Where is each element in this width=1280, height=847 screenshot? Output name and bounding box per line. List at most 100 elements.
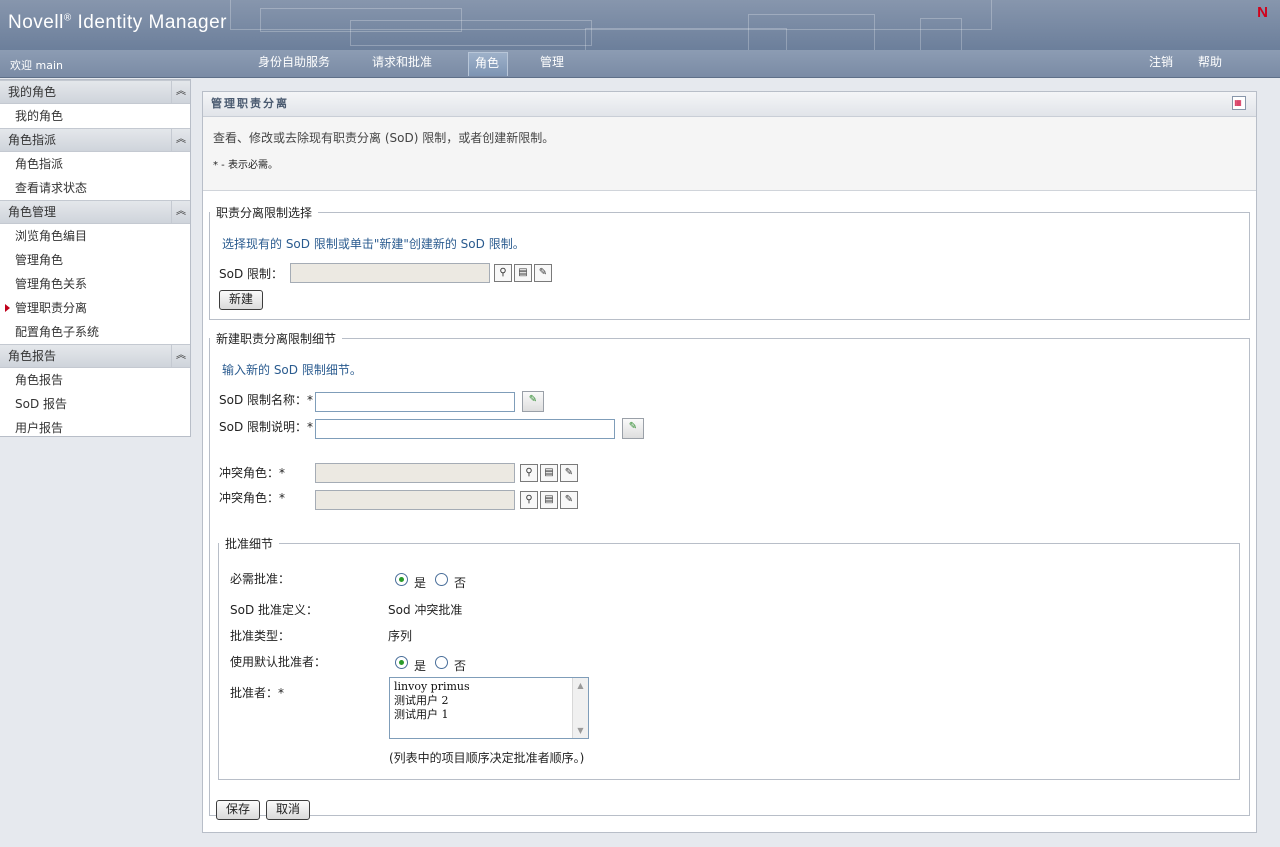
help-link[interactable]: 帮助 [1192,52,1228,75]
section-title: 角色指派 [8,133,57,147]
sidebar-item-manage-roles[interactable]: 管理角色 [0,248,190,272]
sidebar-item-role-report[interactable]: 角色报告 [0,368,190,392]
collapse-icon[interactable]: ︽ [171,129,190,151]
sidebar-item-manage-sod[interactable]: 管理职责分离 [0,296,190,320]
edit-icon[interactable]: ✎ [534,264,552,282]
header-decoration [920,18,962,50]
panel-menu-icon[interactable]: ▦ [1232,96,1246,110]
sod-selection-legend: 职责分离限制选择 [216,206,313,220]
edit-icon[interactable]: ✎ [560,464,578,482]
app-title: Novell® Identity Manager [8,12,227,34]
collapse-icon[interactable]: ︽ [171,345,190,367]
tab-requests-approvals[interactable]: 请求和批准 [366,52,438,75]
top-nav: 欢迎 main 身份自助服务 请求和批准 角色 管理 注销 帮助 [0,50,1280,78]
sidebar-section-my-roles: 我的角色 ︽ [0,80,190,104]
sidebar-item-configure-subsystem[interactable]: 配置角色子系统 [0,320,190,344]
sidebar-item-sod-report[interactable]: SoD 报告 [0,392,190,416]
approval-required-yes-radio[interactable] [395,573,408,586]
collapse-icon[interactable]: ︽ [171,201,190,223]
required-note: * - 表示必需。 [213,160,278,171]
language-wizard-icon[interactable]: ✎ [622,418,644,439]
tab-administration[interactable]: 管理 [534,52,570,75]
registered-mark: ® [63,12,72,24]
history-icon[interactable]: ▤ [540,491,558,509]
history-icon[interactable]: ▤ [540,464,558,482]
sod-selection-fieldset: 职责分离限制选择 选择现有的 SoD 限制或单击"新建"创建新的 SoD 限制。… [209,204,1250,320]
scroll-down-icon[interactable]: ▼ [574,724,587,737]
scroll-up-icon[interactable]: ▲ [574,679,587,692]
sod-name-label: SoD 限制名称：* [219,393,314,407]
conflict-role-label-2: 冲突角色：* [219,491,286,505]
collapse-icon[interactable]: ︽ [171,81,190,103]
main-panel: 管理职责分离 ▦ 查看、修改或去除现有职责分离 (SoD) 限制，或者创建新限制… [202,91,1257,833]
search-icon[interactable]: ⚲ [520,464,538,482]
edit-icon[interactable]: ✎ [560,491,578,509]
sod-description-input[interactable] [315,419,615,439]
cancel-button[interactable]: 取消 [266,800,310,820]
list-item[interactable]: 测试用户 1 [390,708,588,722]
welcome-text: 欢迎 main [10,59,63,72]
approval-fieldset: 批准细节 必需批准： 是 否 SoD 批准定义： Sod 冲突批准 批准类型： … [218,535,1240,780]
sidebar-item-role-assignments[interactable]: 角色指派 [0,152,190,176]
default-approvers-label: 使用默认批准者： [230,655,327,669]
new-button[interactable]: 新建 [219,290,263,310]
conflict-role-label-1: 冲突角色：* [219,466,286,480]
approvers-label: 批准者：* [230,686,285,700]
approval-definition-value: Sod 冲突批准 [388,603,463,617]
panel-title: 管理职责分离 [211,97,289,110]
sod-details-legend: 新建职责分离限制细节 [216,332,337,346]
sidebar-item-user-report[interactable]: 用户报告 [0,416,190,440]
sidebar-section-role-assignments: 角色指派 ︽ [0,128,190,152]
sidebar-section-role-reports: 角色报告 ︽ [0,344,190,368]
approval-required-yes-label: 是 [414,576,427,590]
novell-logo-icon: N [1257,4,1268,21]
sidebar-item-browse-catalog[interactable]: 浏览角色编目 [0,224,190,248]
panel-title-bar: 管理职责分离 ▦ [203,92,1256,117]
save-button[interactable]: 保存 [216,800,260,820]
conflict-role-field-2[interactable] [315,490,515,510]
sidebar: 我的角色 ︽ 我的角色 角色指派 ︽ 角色指派 查看请求状态 角色管理 ︽ 浏览角色编… [0,79,191,437]
intro-block: 查看、修改或去除现有职责分离 (SoD) 限制，或者创建新限制。 * - 表示必… [203,117,1256,191]
sod-constraint-label: SoD 限制： [219,267,284,281]
search-icon[interactable]: ⚲ [520,491,538,509]
sod-selection-hint: 选择现有的 SoD 限制或单击"新建"创建新的 SoD 限制。 [222,237,525,251]
language-wizard-icon[interactable]: ✎ [522,391,544,412]
tab-identity-self-service[interactable]: 身份自助服务 [252,52,336,75]
approvers-listbox[interactable]: linvoy primus 测试用户 2 测试用户 1 ▲ ▼ [389,677,589,739]
default-approvers-yes-label: 是 [414,659,427,673]
default-approvers-no-label: 否 [454,659,467,673]
list-item[interactable]: linvoy primus [390,680,588,694]
default-approvers-no-radio[interactable] [435,656,448,669]
approval-required-no-radio[interactable] [435,573,448,586]
sod-constraint-field[interactable] [290,263,490,283]
sidebar-item-my-roles[interactable]: 我的角色 [0,104,190,128]
intro-description: 查看、修改或去除现有职责分离 (SoD) 限制，或者创建新限制。 [213,131,555,145]
listbox-scrollbar[interactable]: ▲ ▼ [572,678,588,738]
sod-details-fieldset: 新建职责分离限制细节 输入新的 SoD 限制细节。 SoD 限制名称：* ✎ S… [209,330,1250,820]
approver-order-note: (列表中的项目顺序决定批准者顺序。) [389,751,585,765]
history-icon[interactable]: ▤ [514,264,532,282]
approval-required-no-label: 否 [454,576,467,590]
header-decoration [350,20,592,46]
conflict-role-field-1[interactable] [315,463,515,483]
section-title: 角色管理 [8,205,57,219]
sod-details-hint: 输入新的 SoD 限制细节。 [222,363,362,377]
approval-required-label: 必需批准： [230,572,291,586]
product-name: Novell [8,12,64,33]
list-item[interactable]: 测试用户 2 [390,694,588,708]
sod-name-input[interactable] [315,392,515,412]
approval-type-value: 序列 [388,629,413,643]
header-decoration [748,14,875,50]
tab-roles[interactable]: 角色 [468,52,508,76]
sidebar-item-manage-relationships[interactable]: 管理角色关系 [0,272,190,296]
approval-type-label: 批准类型： [230,629,291,643]
logout-link[interactable]: 注销 [1143,52,1179,75]
sod-description-label: SoD 限制说明：* [219,420,314,434]
search-icon[interactable]: ⚲ [494,264,512,282]
section-title: 我的角色 [8,85,57,99]
sidebar-item-request-status[interactable]: 查看请求状态 [0,176,190,200]
sidebar-section-role-management: 角色管理 ︽ [0,200,190,224]
approval-legend: 批准细节 [225,537,274,551]
section-title: 角色报告 [8,349,57,363]
default-approvers-yes-radio[interactable] [395,656,408,669]
